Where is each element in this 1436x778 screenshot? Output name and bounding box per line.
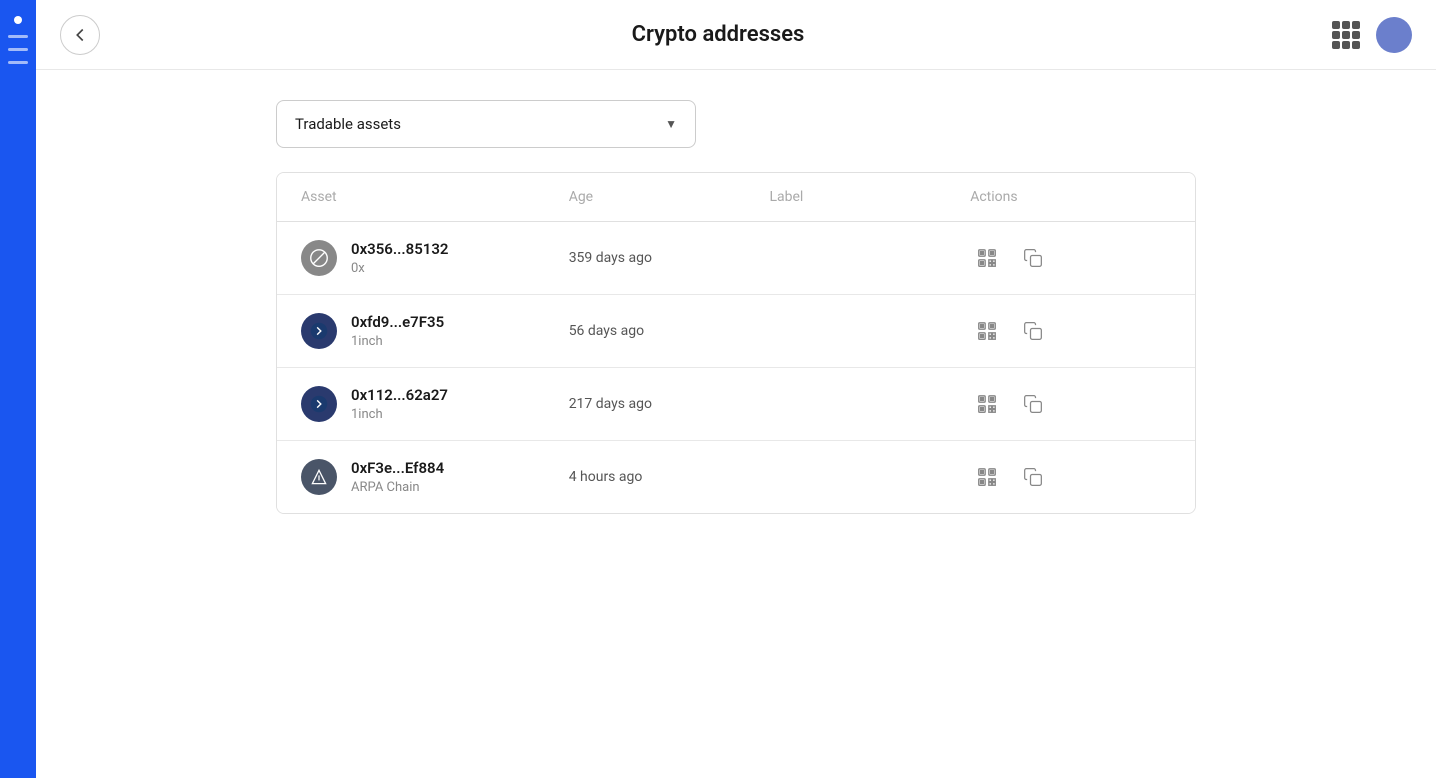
avatar[interactable] bbox=[1376, 17, 1412, 53]
asset-filter-dropdown[interactable]: Tradable assets ▼ bbox=[276, 100, 696, 148]
apps-button[interactable] bbox=[1328, 17, 1364, 53]
asset-info-0: 0x356...85132 0x bbox=[351, 240, 449, 276]
age-3: 4 hours ago bbox=[569, 469, 770, 485]
sidebar-bar-1 bbox=[8, 35, 28, 38]
copy-icon bbox=[1023, 248, 1043, 268]
qr-code-icon bbox=[976, 320, 998, 342]
qr-code-icon bbox=[976, 247, 998, 269]
age-1: 56 days ago bbox=[569, 323, 770, 339]
oneinch-icon-2 bbox=[308, 393, 330, 415]
age-0: 359 days ago bbox=[569, 250, 770, 266]
asset-name-0: 0x bbox=[351, 261, 449, 276]
asset-info-1: 0xfd9...e7F35 1inch bbox=[351, 313, 444, 349]
col-asset: Asset bbox=[301, 189, 569, 205]
disabled-icon bbox=[308, 247, 330, 269]
header-right bbox=[1328, 17, 1412, 53]
asset-name-3: ARPA Chain bbox=[351, 480, 444, 495]
col-label: Label bbox=[769, 189, 970, 205]
asset-info-3: 0xF3e...Ef884 ARPA Chain bbox=[351, 459, 444, 495]
qr-code-icon bbox=[976, 466, 998, 488]
age-2: 217 days ago bbox=[569, 396, 770, 412]
qr-code-icon bbox=[976, 393, 998, 415]
copy-button-3[interactable] bbox=[1016, 460, 1050, 494]
table-row: 0xfd9...e7F35 1inch 56 days ago bbox=[277, 295, 1195, 368]
asset-icon-1 bbox=[301, 313, 337, 349]
qr-button-2[interactable] bbox=[970, 387, 1004, 421]
back-arrow-icon bbox=[69, 24, 91, 46]
main-content: Crypto addresses bbox=[36, 0, 1436, 778]
actions-3 bbox=[970, 460, 1171, 494]
address-0: 0x356...85132 bbox=[351, 240, 449, 258]
table-row: 0x112...62a27 1inch 217 days ago bbox=[277, 368, 1195, 441]
col-age: Age bbox=[569, 189, 770, 205]
table-row: 0x356...85132 0x 359 days ago bbox=[277, 222, 1195, 295]
asset-cell-3: 0xF3e...Ef884 ARPA Chain bbox=[301, 459, 569, 495]
table-header: Asset Age Label Actions bbox=[277, 173, 1195, 222]
asset-cell-1: 0xfd9...e7F35 1inch bbox=[301, 313, 569, 349]
actions-1 bbox=[970, 314, 1171, 348]
asset-cell-0: 0x356...85132 0x bbox=[301, 240, 569, 276]
qr-button-1[interactable] bbox=[970, 314, 1004, 348]
header-left bbox=[60, 15, 100, 55]
asset-icon-0 bbox=[301, 240, 337, 276]
asset-icon-2 bbox=[301, 386, 337, 422]
page-title: Crypto addresses bbox=[632, 22, 805, 47]
copy-button-1[interactable] bbox=[1016, 314, 1050, 348]
back-button[interactable] bbox=[60, 15, 100, 55]
sidebar-indicator bbox=[14, 16, 22, 24]
copy-button-0[interactable] bbox=[1016, 241, 1050, 275]
address-1: 0xfd9...e7F35 bbox=[351, 313, 444, 331]
asset-info-2: 0x112...62a27 1inch bbox=[351, 386, 448, 422]
chevron-down-icon: ▼ bbox=[665, 117, 677, 131]
table-row: 0xF3e...Ef884 ARPA Chain 4 hours ago bbox=[277, 441, 1195, 513]
actions-0 bbox=[970, 241, 1171, 275]
dropdown-label: Tradable assets bbox=[295, 115, 401, 133]
copy-icon bbox=[1023, 467, 1043, 487]
address-3: 0xF3e...Ef884 bbox=[351, 459, 444, 477]
address-2: 0x112...62a27 bbox=[351, 386, 448, 404]
qr-button-3[interactable] bbox=[970, 460, 1004, 494]
asset-icon-3 bbox=[301, 459, 337, 495]
copy-icon bbox=[1023, 321, 1043, 341]
addresses-table: Asset Age Label Actions 0x356...85132 bbox=[276, 172, 1196, 514]
copy-icon bbox=[1023, 394, 1043, 414]
asset-name-1: 1inch bbox=[351, 334, 444, 349]
header: Crypto addresses bbox=[36, 0, 1436, 70]
sidebar-bar-2 bbox=[8, 48, 28, 51]
qr-button-0[interactable] bbox=[970, 241, 1004, 275]
asset-filter-wrapper: Tradable assets ▼ bbox=[276, 100, 1196, 148]
oneinch-icon bbox=[308, 320, 330, 342]
sidebar-bar-3 bbox=[8, 61, 28, 64]
arpa-icon bbox=[309, 467, 329, 487]
asset-cell-2: 0x112...62a27 1inch bbox=[301, 386, 569, 422]
content-area: Tradable assets ▼ Asset Age Label Action… bbox=[36, 70, 1436, 778]
sidebar bbox=[0, 0, 36, 778]
grid-icon bbox=[1332, 21, 1360, 49]
actions-2 bbox=[970, 387, 1171, 421]
asset-name-2: 1inch bbox=[351, 407, 448, 422]
col-actions: Actions bbox=[970, 189, 1171, 205]
copy-button-2[interactable] bbox=[1016, 387, 1050, 421]
